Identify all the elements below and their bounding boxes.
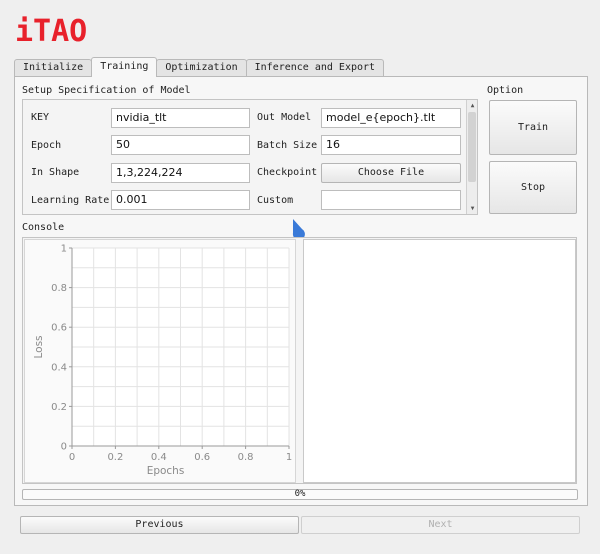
- learning-rate-label: Learning Rate: [31, 195, 110, 206]
- y-tick-label: 0.6: [51, 323, 67, 334]
- x-tick-label: 0.6: [194, 452, 210, 463]
- learning-rate-input[interactable]: 0.001: [111, 190, 250, 210]
- tab-training[interactable]: Training: [91, 57, 158, 77]
- tab-bar: Initialize Training Optimization Inferen…: [14, 57, 385, 77]
- in-shape-input[interactable]: 1,3,224,224: [111, 163, 250, 183]
- y-tick-label: 0: [61, 442, 67, 453]
- previous-button[interactable]: Previous: [20, 516, 299, 534]
- batch-size-input[interactable]: 16: [321, 135, 461, 155]
- y-tick-label: 0.4: [51, 362, 67, 373]
- x-tick-label: 0.8: [238, 452, 254, 463]
- tab-initialize[interactable]: Initialize: [14, 59, 93, 77]
- key-input[interactable]: nvidia_tlt: [111, 108, 250, 128]
- custom-input[interactable]: [321, 190, 461, 210]
- batch-size-label: Batch Size: [257, 140, 318, 151]
- progress-label: 0%: [294, 489, 306, 499]
- next-button[interactable]: Next: [301, 516, 580, 534]
- x-tick-label: 0.2: [107, 452, 123, 463]
- in-shape-label: In Shape: [31, 167, 80, 178]
- choose-file-button[interactable]: Choose File: [321, 163, 461, 183]
- tab-inference-export[interactable]: Inference and Export: [245, 59, 385, 77]
- console-log: [303, 239, 576, 483]
- epoch-label: Epoch: [31, 140, 62, 151]
- setup-section-title: Setup Specification of Model: [22, 85, 191, 96]
- console-section-title: Console: [22, 222, 65, 233]
- y-tick-label: 0.8: [51, 283, 67, 294]
- epoch-input[interactable]: 50: [111, 135, 250, 155]
- x-tick-label: 1: [286, 452, 292, 463]
- loss-chart: 0 0.2 0.4 0.6 0.8 1 0 0.2 0.4 0.6 0.8 1 Epochs Loss: [24, 239, 296, 483]
- x-tick-label: 0.4: [151, 452, 167, 463]
- setup-scrollbar[interactable]: ▲ ▼: [466, 100, 477, 214]
- option-section-title: Option: [487, 85, 524, 96]
- key-label: KEY: [31, 112, 50, 123]
- train-button[interactable]: Train: [489, 100, 577, 155]
- loss-chart-svg: 0 0.2 0.4 0.6 0.8 1 0 0.2 0.4 0.6 0.8 1 Epochs Loss: [33, 244, 292, 478]
- training-progress-bar: 0%: [22, 489, 578, 500]
- out-model-label: Out Model: [257, 112, 312, 123]
- y-tick-label: 1: [61, 244, 67, 255]
- x-tick-label: 0: [69, 452, 75, 463]
- out-model-input[interactable]: model_e{epoch}.tlt: [321, 108, 461, 128]
- custom-label: Custom: [257, 195, 294, 206]
- scroll-up-icon[interactable]: ▲: [468, 101, 477, 110]
- x-axis-label: Epochs: [147, 465, 185, 477]
- stop-button[interactable]: Stop: [489, 161, 577, 214]
- app-logo: iTAO: [15, 14, 88, 49]
- scroll-down-icon[interactable]: ▼: [468, 204, 477, 213]
- checkpoint-label: Checkpoint: [257, 167, 318, 178]
- y-axis-label: Loss: [33, 335, 45, 358]
- y-tick-label: 0.2: [51, 402, 67, 413]
- scrollbar-thumb[interactable]: [468, 112, 476, 182]
- tab-optimization[interactable]: Optimization: [156, 59, 247, 77]
